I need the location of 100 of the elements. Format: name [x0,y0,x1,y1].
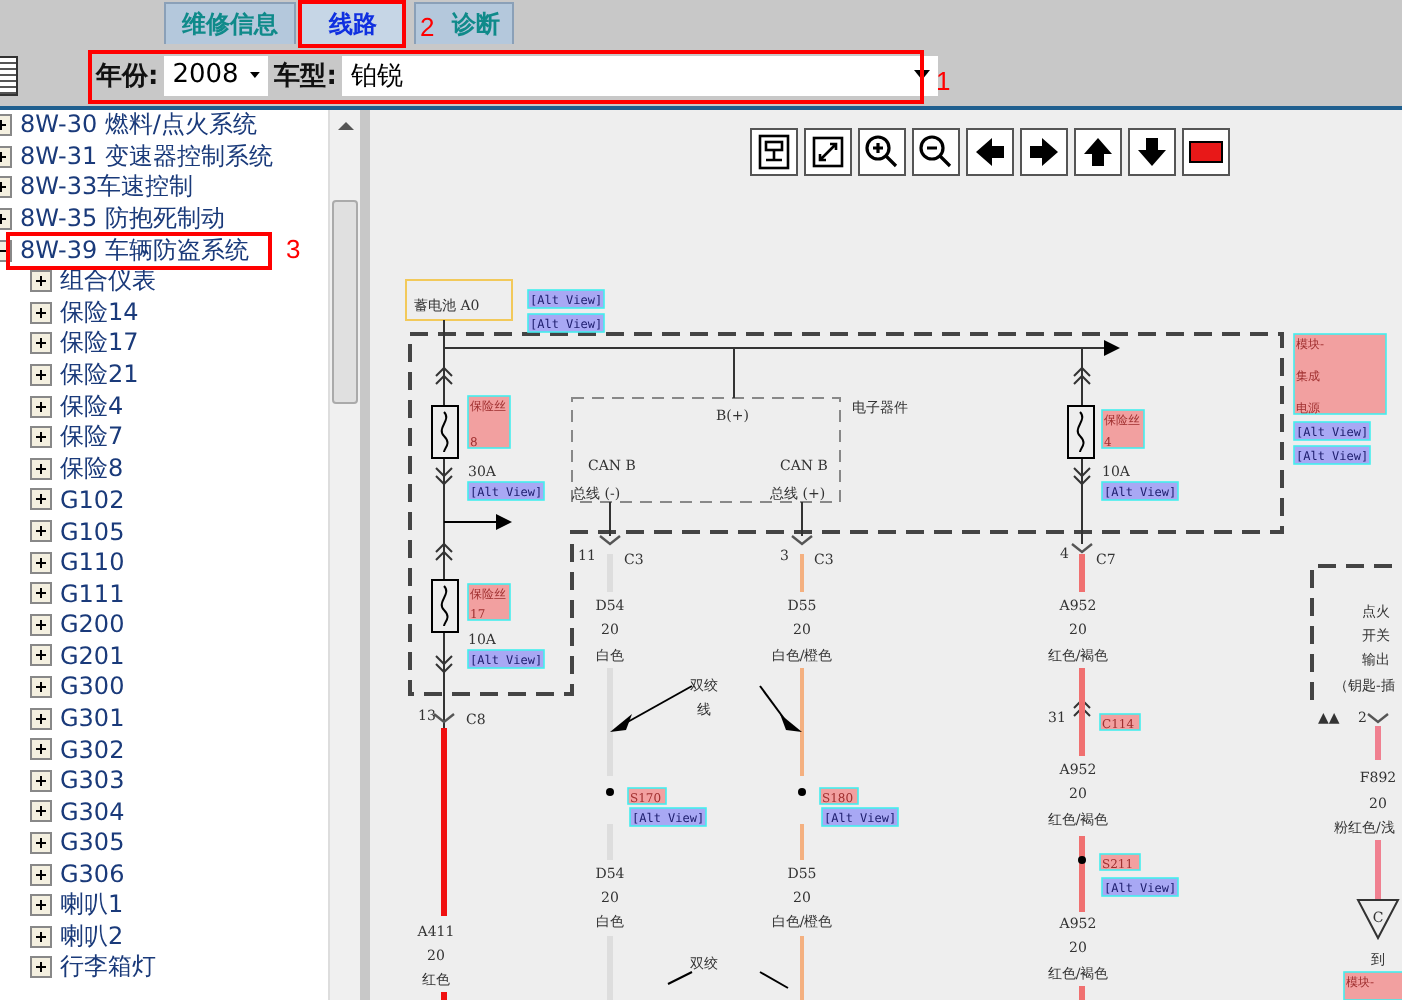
annotation-number: 2 [420,12,435,42]
tree-item[interactable]: G301 [60,704,125,733]
pointer-line [667,971,789,989]
connector-icon [599,535,621,546]
tree-item[interactable]: 保险21 [60,358,139,393]
zoom-out-icon [916,132,956,172]
tree-item[interactable]: 保险17 [60,326,139,361]
connector-icon [1073,698,1091,717]
connector-icon [435,655,453,674]
expand-toggle-icon[interactable] [30,831,52,854]
tree-item[interactable]: G201 [60,641,125,670]
tree-item[interactable]: 8W-30 燃料/点火系统 [20,110,257,143]
document-icon[interactable] [0,55,18,95]
pan-down-button[interactable] [1128,128,1176,176]
caret-icon [914,70,931,80]
arrow [1081,340,1120,356]
pan-left-button[interactable] [966,128,1014,176]
tree-item[interactable]: 保险14 [60,295,139,330]
tree-item[interactable]: 8W-31 变速器控制系统 [20,139,273,174]
connector-icon [1073,467,1091,486]
expand-toggle-icon[interactable] [30,582,52,605]
splice-dot [606,788,614,796]
expand-toggle-icon[interactable] [30,488,52,511]
expand-toggle-icon[interactable] [30,769,52,792]
connector-triangle [1356,899,1400,941]
expand-toggle-icon[interactable] [30,707,52,730]
connector-icon [435,366,453,385]
zoom-in-button[interactable] [858,128,906,176]
tree-item[interactable]: G105 [60,517,125,546]
tree-item[interactable]: G300 [60,672,125,701]
pan-up-button[interactable] [1074,128,1122,176]
tree-item[interactable]: 喇叭2 [60,919,124,954]
print-layout-tool-button[interactable] [750,128,798,176]
tree-item[interactable]: G200 [60,610,125,639]
scrollbar-thumb[interactable] [332,200,358,404]
expand-toggle-icon[interactable] [30,395,52,418]
connector-icon [1071,543,1093,554]
expand-toggle-icon[interactable] [30,364,52,387]
tree-item[interactable]: G304 [60,797,125,826]
year-label: 年份: [96,59,159,93]
pointer-arrow [759,685,802,732]
tree-item[interactable]: 保险8 [60,451,124,486]
pointer-arrow [610,685,693,732]
model-label: 车型: [274,59,337,93]
tree-item[interactable]: 8W-35 防抱死制动 [20,202,225,237]
expand-toggle-icon[interactable] [30,863,52,886]
expand-toggle-icon[interactable] [30,613,52,636]
tree-item[interactable]: 行李箱灯 [60,950,156,985]
expand-toggle-icon[interactable] [30,675,52,698]
expand-toggle-icon[interactable] [30,644,52,667]
model-dropdown[interactable]: 铂锐 [342,55,939,95]
highlight-tool-button[interactable] [1182,128,1230,176]
connector-icon [435,467,453,486]
fuse-icon [1067,405,1095,459]
arrow [443,514,512,530]
expand-toggle-icon[interactable] [30,301,52,324]
component-outline [405,279,513,321]
expand-toggle-icon[interactable] [30,520,52,543]
page-layout-icon [754,132,794,172]
splice-dot [1078,856,1086,864]
expand-toggle-icon[interactable] [30,457,52,480]
fuse-icon [431,405,459,459]
annotation-number: 3 [286,234,301,264]
pan-right-button[interactable] [1020,128,1068,176]
zoom-in-icon [862,132,902,172]
expand-toggle-icon[interactable] [30,270,52,293]
tree-item[interactable]: G303 [60,766,125,795]
year-dropdown[interactable]: 2008 [164,55,269,95]
tree-item[interactable]: G305 [60,828,125,857]
tab[interactable]: 线路 [300,2,406,44]
connector-icon [433,713,455,724]
tree-item[interactable]: 8W-39 车辆防盗系统 [20,233,249,268]
annotation-number: 1 [936,66,951,96]
splice-dot [798,788,806,796]
tree-item[interactable]: 保险7 [60,420,124,455]
connector-icon [435,542,453,561]
tree-item[interactable]: 喇叭1 [60,888,124,923]
scrollbar[interactable] [328,110,360,1000]
expand-toggle-icon[interactable] [30,426,52,449]
connector-icon [791,535,813,546]
expand-toggle-icon[interactable] [30,738,52,761]
connector-icon [1073,366,1091,385]
expand-toggle-icon[interactable] [30,332,52,355]
tree-item[interactable]: 组合仪表 [60,264,156,299]
fit-tool-button[interactable] [804,128,852,176]
tree-item[interactable]: G302 [60,735,125,764]
connector-icon [1367,713,1389,724]
expand-toggle-icon[interactable] [30,894,52,917]
tree-item[interactable]: G102 [60,485,125,514]
tree-item[interactable]: G306 [60,860,125,889]
expand-toggle-icon[interactable] [30,925,52,948]
tree-item[interactable]: G110 [60,548,125,577]
fit-arrows-icon [808,132,848,172]
tree-item[interactable]: 保险4 [60,389,124,424]
expand-toggle-icon[interactable] [30,800,52,823]
tree-item[interactable]: 8W-33车速控制 [20,170,194,205]
tree-item[interactable]: G111 [60,579,125,608]
zoom-out-button[interactable] [912,128,960,176]
expand-toggle-icon[interactable] [30,551,52,574]
expand-toggle-icon[interactable] [30,956,52,979]
